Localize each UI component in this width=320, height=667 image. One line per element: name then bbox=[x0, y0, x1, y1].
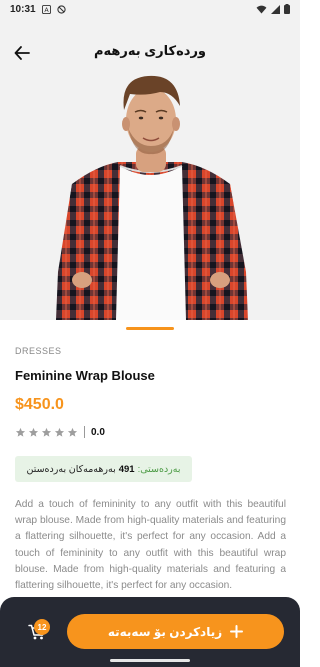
product-photo bbox=[56, 75, 248, 320]
star-icon bbox=[54, 427, 65, 438]
product-category: DRESSES bbox=[15, 346, 62, 356]
plus-icon bbox=[230, 625, 244, 638]
product-image[interactable] bbox=[0, 66, 300, 320]
signal-icon bbox=[271, 4, 280, 14]
stock-suffix: بەرهەمەکان بەردەستن bbox=[26, 463, 116, 475]
product-description: Add a touch of femininity to any outfit … bbox=[15, 499, 286, 592]
arrow-left-icon bbox=[14, 46, 30, 60]
product-price: $450.0 bbox=[15, 396, 64, 413]
stock-count: 491 bbox=[118, 463, 135, 475]
stock-badge: بەردەستی: 491 بەرهەمەکان بەردەستن bbox=[15, 456, 192, 482]
cart-count-badge: 12 bbox=[34, 619, 50, 635]
wifi-icon bbox=[256, 5, 267, 14]
bottom-action-bar: 12 زیادکردن بۆ سەبەتە bbox=[0, 597, 300, 667]
star-icon bbox=[67, 427, 78, 438]
page-title: وردەکاری بەرهەم bbox=[93, 43, 207, 58]
image-carousel-indicator bbox=[0, 320, 300, 334]
status-bar: 10:31 A bbox=[0, 0, 300, 18]
svg-text:A: A bbox=[44, 6, 49, 13]
star-icon bbox=[15, 427, 26, 438]
product-rating: 0.0 bbox=[15, 426, 105, 438]
stock-label: بەردەستی: bbox=[137, 463, 181, 475]
dnd-icon bbox=[56, 4, 66, 14]
rating-divider bbox=[84, 426, 85, 438]
status-time: 10:31 bbox=[10, 3, 36, 15]
back-button[interactable] bbox=[10, 41, 34, 65]
active-image-indicator[interactable] bbox=[126, 327, 174, 330]
battery-icon bbox=[284, 4, 290, 14]
star-icon bbox=[41, 427, 52, 438]
rating-stars bbox=[15, 427, 78, 438]
star-icon bbox=[28, 427, 39, 438]
add-to-cart-label: زیادکردن بۆ سەبەتە bbox=[107, 624, 223, 639]
a-icon: A bbox=[41, 4, 51, 14]
system-nav-handle[interactable] bbox=[110, 659, 190, 662]
add-to-cart-button[interactable]: زیادکردن بۆ سەبەتە bbox=[67, 614, 284, 649]
rating-value: 0.0 bbox=[91, 426, 105, 438]
product-name: Feminine Wrap Blouse bbox=[15, 368, 155, 383]
